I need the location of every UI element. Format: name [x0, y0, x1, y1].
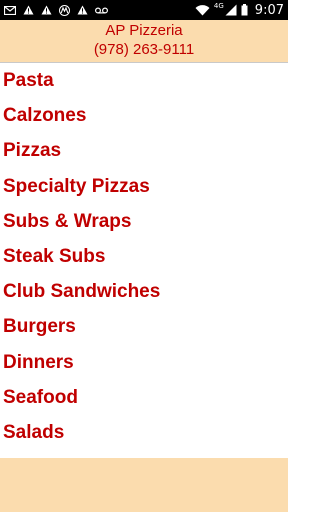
menu-item-burgers[interactable]: Burgers [0, 309, 288, 344]
menu-category-list: Pasta Calzones Pizzas Specialty Pizzas S… [0, 63, 288, 450]
menu-item-dinners[interactable]: Dinners [0, 345, 288, 380]
warning-icon [23, 0, 34, 20]
status-bar: 4G 9:07 [0, 0, 288, 20]
cell-signal-icon [225, 0, 237, 20]
menu-item-pizzas[interactable]: Pizzas [0, 133, 288, 168]
motorola-icon [59, 0, 70, 20]
restaurant-name: AP Pizzeria [105, 22, 183, 39]
menu-item-subs-wraps[interactable]: Subs & Wraps [0, 204, 288, 239]
menu-item-pasta[interactable]: Pasta [0, 63, 288, 98]
menu-item-calzones[interactable]: Calzones [0, 98, 288, 133]
phone-number[interactable]: (978) 263-9111 [0, 40, 288, 59]
warning-icon [77, 0, 88, 20]
battery-icon [241, 0, 248, 20]
footer-bar [0, 458, 288, 512]
menu-item-steak-subs[interactable]: Steak Subs [0, 239, 288, 274]
menu-item-club-sandwiches[interactable]: Club Sandwiches [0, 274, 288, 309]
warning-icon [41, 0, 52, 20]
menu-item-seafood[interactable]: Seafood [0, 380, 288, 415]
menu-item-specialty-pizzas[interactable]: Specialty Pizzas [0, 169, 288, 204]
wifi-icon [195, 0, 210, 20]
app-header: AP Pizzeria (978) 263-9111 [0, 20, 288, 62]
mail-icon [4, 0, 16, 20]
network-type-label: 4G [213, 2, 224, 10]
status-clock: 9:07 [254, 2, 284, 18]
system-icons: 4G 9:07 [195, 0, 284, 20]
menu-item-salads[interactable]: Salads [0, 415, 288, 450]
voicemail-icon [95, 0, 108, 20]
notification-icons [4, 0, 108, 20]
